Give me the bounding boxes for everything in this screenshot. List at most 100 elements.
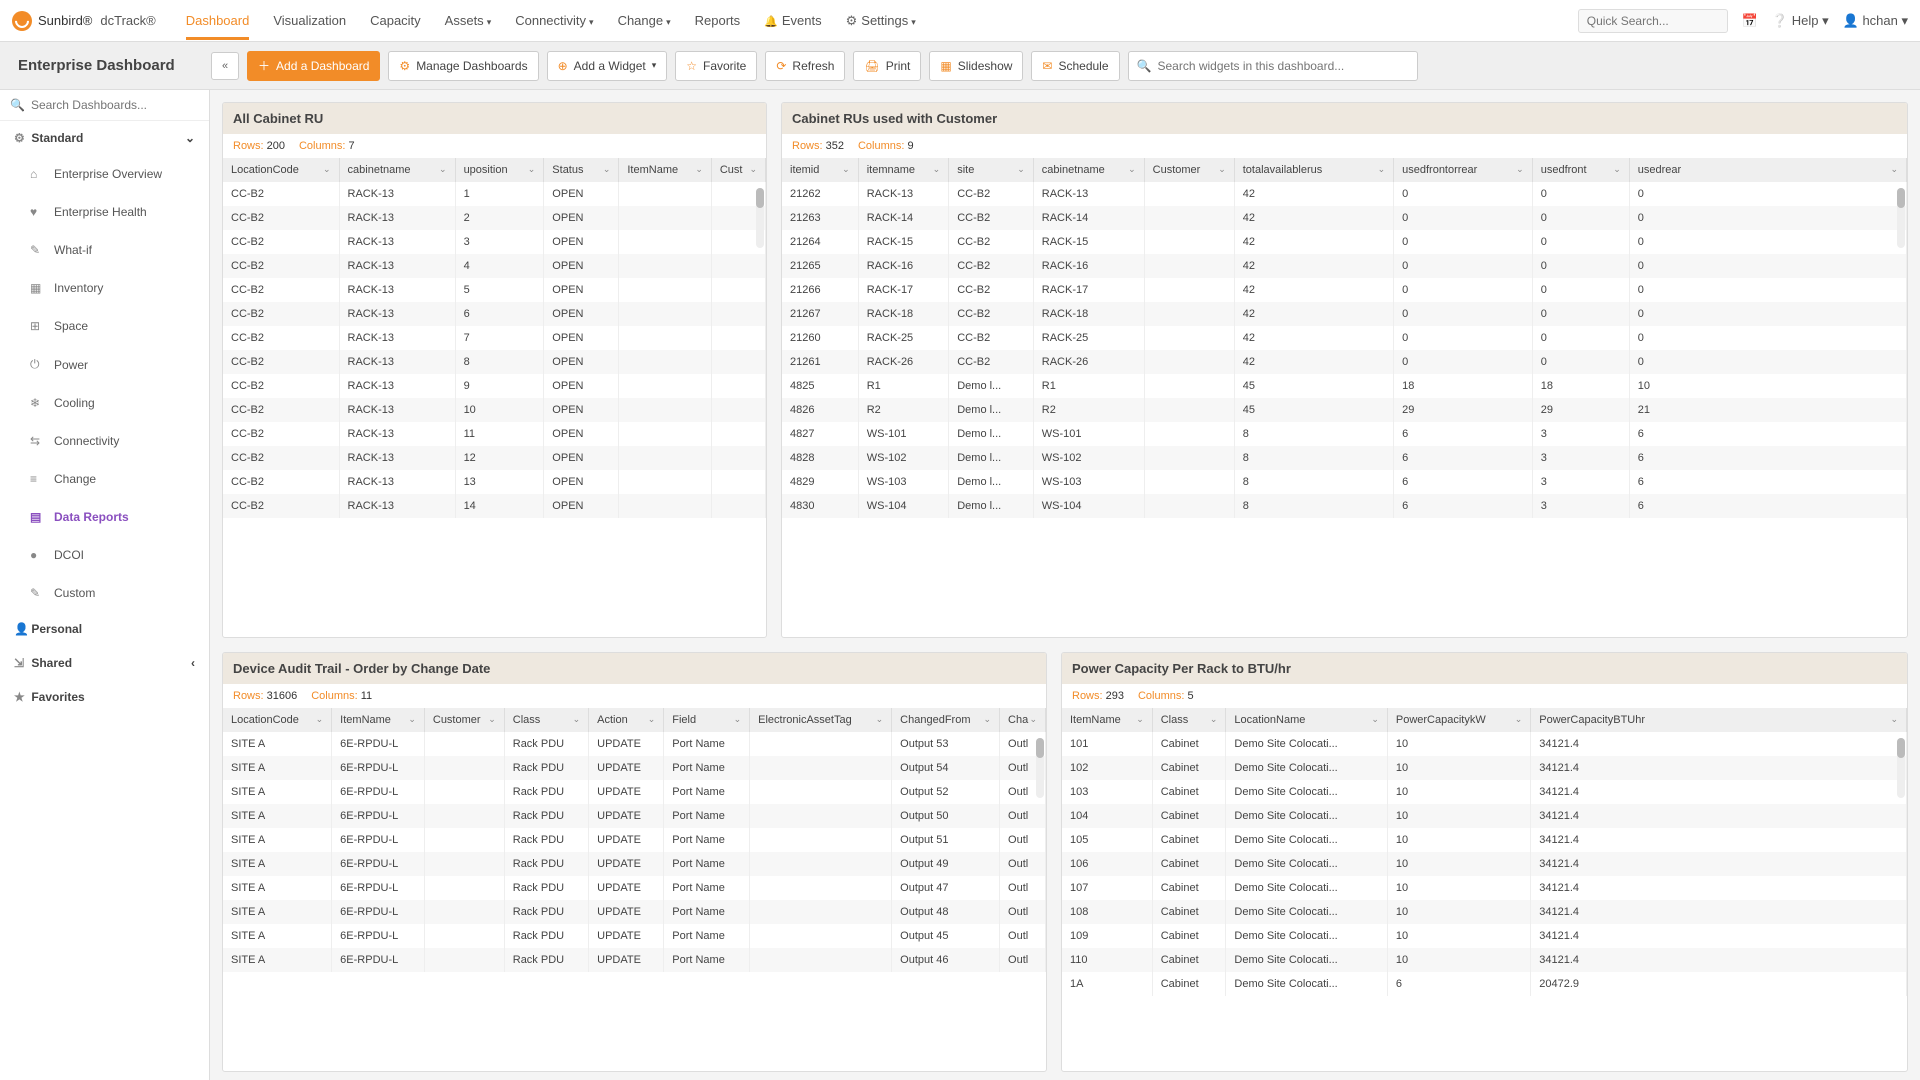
col-header[interactable]: ItemName⌄ <box>332 708 425 732</box>
calendar-icon[interactable]: 📅 <box>1742 13 1758 29</box>
table-row[interactable]: 21266RACK-17CC-B2RACK-1742000 <box>782 278 1907 302</box>
table-row[interactable]: 4829WS-103Demo l...WS-1038636 <box>782 470 1907 494</box>
table-row[interactable]: CC-B2RACK-1312OPEN <box>223 446 766 470</box>
table-row[interactable]: 21261RACK-26CC-B2RACK-2642000 <box>782 350 1907 374</box>
v-scrollbar[interactable] <box>1036 738 1044 798</box>
table-row[interactable]: 4827WS-101Demo l...WS-1018636 <box>782 422 1907 446</box>
slideshow-button[interactable]: ▦Slideshow <box>929 51 1023 81</box>
table-row[interactable]: 21263RACK-14CC-B2RACK-1442000 <box>782 206 1907 230</box>
col-header[interactable]: totalavailablerus⌄ <box>1234 158 1393 182</box>
sidebar-section-shared[interactable]: ⇲ Shared‹ <box>0 646 209 680</box>
col-header[interactable]: Cha⌄ <box>1000 708 1046 732</box>
table-row[interactable]: CC-B2RACK-1310OPEN <box>223 398 766 422</box>
table-row[interactable]: 110CabinetDemo Site Colocati...1034121.4 <box>1062 948 1907 972</box>
col-header[interactable]: usedfront⌄ <box>1532 158 1629 182</box>
global-search-input[interactable] <box>1578 9 1728 33</box>
table-row[interactable]: CC-B2RACK-1311OPEN <box>223 422 766 446</box>
table-row[interactable]: CC-B2RACK-138OPEN <box>223 350 766 374</box>
sidebar-item-data-reports[interactable]: ▤Data Reports <box>0 498 209 536</box>
widget-search[interactable]: 🔍 <box>1128 51 1418 81</box>
sidebar-item-inventory[interactable]: ▦Inventory <box>0 269 209 307</box>
table-row[interactable]: 21260RACK-25CC-B2RACK-2542000 <box>782 326 1907 350</box>
col-header[interactable]: Status⌄ <box>544 158 619 182</box>
add-dashboard-button[interactable]: ＋Add a Dashboard <box>247 51 380 81</box>
table-row[interactable]: SITE A6E-RPDU-LRack PDUUPDATEPort NameOu… <box>223 804 1046 828</box>
table-row[interactable]: 21264RACK-15CC-B2RACK-1542000 <box>782 230 1907 254</box>
sidebar-item-enterprise-overview[interactable]: ⌂Enterprise Overview <box>0 155 209 193</box>
sidebar-item-dcoi[interactable]: ●DCOI <box>0 536 209 574</box>
col-header[interactable]: itemid⌄ <box>782 158 858 182</box>
table-row[interactable]: CC-B2RACK-137OPEN <box>223 326 766 350</box>
col-header[interactable]: ItemName⌄ <box>619 158 711 182</box>
sidebar-item-change[interactable]: ≡Change <box>0 460 209 498</box>
table-row[interactable]: CC-B2RACK-135OPEN <box>223 278 766 302</box>
table-row[interactable]: 4828WS-102Demo l...WS-1028636 <box>782 446 1907 470</box>
nav-connectivity[interactable]: Connectivity▾ <box>515 1 593 40</box>
sidebar-section-personal[interactable]: 👤 Personal <box>0 612 209 646</box>
col-header[interactable]: Class⌄ <box>1152 708 1226 732</box>
nav-visualization[interactable]: Visualization <box>273 1 346 40</box>
table-row[interactable]: SITE A6E-RPDU-LRack PDUUPDATEPort NameOu… <box>223 828 1046 852</box>
col-header[interactable]: usedrear⌄ <box>1629 158 1906 182</box>
table-row[interactable]: CC-B2RACK-1314OPEN <box>223 494 766 518</box>
help-menu[interactable]: ❔ Help ▾ <box>1772 13 1829 29</box>
table-row[interactable]: 1ACabinetDemo Site Colocati...620472.9 <box>1062 972 1907 996</box>
col-header[interactable]: Field⌄ <box>664 708 750 732</box>
v-scrollbar[interactable] <box>1897 738 1905 798</box>
col-header[interactable]: Cust⌄ <box>711 158 765 182</box>
nav-dashboard[interactable]: Dashboard <box>186 1 250 40</box>
col-header[interactable]: Customer⌄ <box>424 708 504 732</box>
nav-change[interactable]: Change▾ <box>618 1 671 40</box>
table-row[interactable]: 107CabinetDemo Site Colocati...1034121.4 <box>1062 876 1907 900</box>
collapse-sidebar-button[interactable]: « <box>211 52 239 80</box>
nav-events[interactable]: Events <box>764 1 821 40</box>
user-menu[interactable]: 👤 hchan ▾ <box>1843 13 1908 29</box>
table-row[interactable]: 4825R1Demo l...R145181810 <box>782 374 1907 398</box>
table-row[interactable]: SITE A6E-RPDU-LRack PDUUPDATEPort NameOu… <box>223 756 1046 780</box>
col-header[interactable]: ItemName⌄ <box>1062 708 1152 732</box>
col-header[interactable]: LocationName⌄ <box>1226 708 1387 732</box>
table-row[interactable]: 21265RACK-16CC-B2RACK-1642000 <box>782 254 1907 278</box>
table-row[interactable]: 4830WS-104Demo l...WS-1048636 <box>782 494 1907 518</box>
table-row[interactable]: SITE A6E-RPDU-LRack PDUUPDATEPort NameOu… <box>223 948 1046 972</box>
sidebar-item-space[interactable]: ⊞Space <box>0 307 209 345</box>
col-header[interactable]: usedfrontorrear⌄ <box>1394 158 1533 182</box>
table-row[interactable]: CC-B2RACK-133OPEN <box>223 230 766 254</box>
table-row[interactable]: CC-B2RACK-132OPEN <box>223 206 766 230</box>
sidebar-search[interactable]: 🔍 <box>0 90 209 121</box>
add-widget-button[interactable]: ⊕Add a Widget▾ <box>547 51 668 81</box>
nav-reports[interactable]: Reports <box>695 1 741 40</box>
v-scrollbar[interactable] <box>756 188 764 248</box>
col-header[interactable]: ElectronicAssetTag⌄ <box>750 708 892 732</box>
nav-capacity[interactable]: Capacity <box>370 1 421 40</box>
table-row[interactable]: 21262RACK-13CC-B2RACK-1342000 <box>782 182 1907 206</box>
sidebar-section-standard[interactable]: ⚙ Standard⌄ <box>0 121 209 155</box>
col-header[interactable]: uposition⌄ <box>455 158 544 182</box>
nav-settings[interactable]: Settings▾ <box>846 1 916 41</box>
table-row[interactable]: 102CabinetDemo Site Colocati...1034121.4 <box>1062 756 1907 780</box>
col-header[interactable]: ChangedFrom⌄ <box>892 708 1000 732</box>
table-row[interactable]: 108CabinetDemo Site Colocati...1034121.4 <box>1062 900 1907 924</box>
sidebar-item-connectivity[interactable]: ⇆Connectivity <box>0 422 209 460</box>
table-row[interactable]: SITE A6E-RPDU-LRack PDUUPDATEPort NameOu… <box>223 900 1046 924</box>
table-row[interactable]: CC-B2RACK-136OPEN <box>223 302 766 326</box>
table-row[interactable]: CC-B2RACK-1313OPEN <box>223 470 766 494</box>
col-header[interactable]: LocationCode⌄ <box>223 158 339 182</box>
table-row[interactable]: SITE A6E-RPDU-LRack PDUUPDATEPort NameOu… <box>223 924 1046 948</box>
sidebar-item-what-if[interactable]: ✎What-if <box>0 231 209 269</box>
table-row[interactable]: SITE A6E-RPDU-LRack PDUUPDATEPort NameOu… <box>223 852 1046 876</box>
table-row[interactable]: 104CabinetDemo Site Colocati...1034121.4 <box>1062 804 1907 828</box>
schedule-button[interactable]: ✉Schedule <box>1031 51 1119 81</box>
col-header[interactable]: cabinetname⌄ <box>339 158 455 182</box>
table-row[interactable]: 101CabinetDemo Site Colocati...1034121.4 <box>1062 732 1907 756</box>
table-row[interactable]: 105CabinetDemo Site Colocati...1034121.4 <box>1062 828 1907 852</box>
table-row[interactable]: CC-B2RACK-131OPEN <box>223 182 766 206</box>
favorite-button[interactable]: ☆Favorite <box>675 51 757 81</box>
table-row[interactable]: 109CabinetDemo Site Colocati...1034121.4 <box>1062 924 1907 948</box>
v-scrollbar[interactable] <box>1897 188 1905 248</box>
col-header[interactable]: site⌄ <box>949 158 1034 182</box>
sidebar-item-custom[interactable]: ✎Custom <box>0 574 209 612</box>
col-header[interactable]: itemname⌄ <box>858 158 949 182</box>
col-header[interactable]: PowerCapacitykW⌄ <box>1387 708 1530 732</box>
table-row[interactable]: CC-B2RACK-134OPEN <box>223 254 766 278</box>
